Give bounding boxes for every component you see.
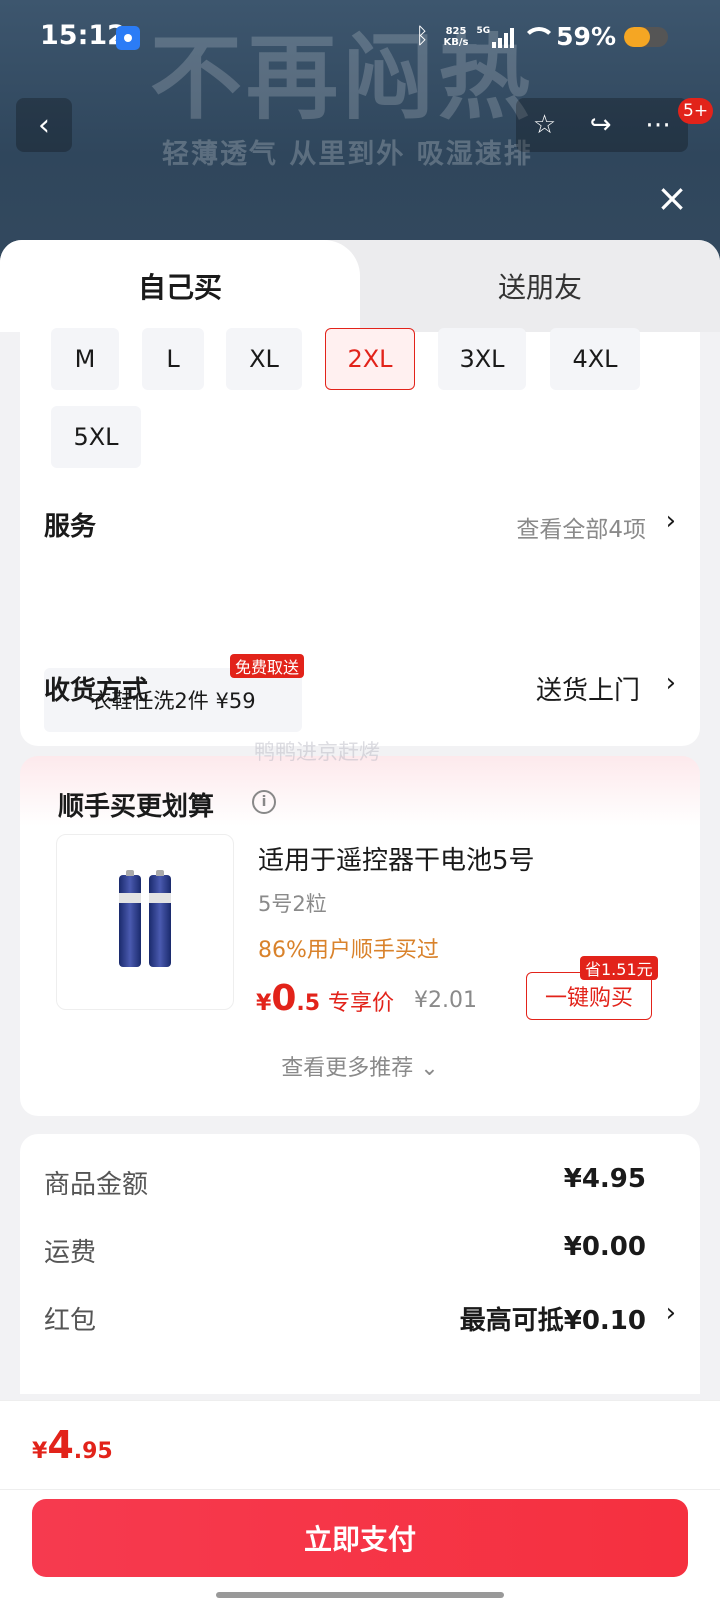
options-card: M L XL 2XL 3XL 4XL 5XL 服务 查看全部4项 › 衣鞋任洗2… bbox=[20, 328, 700, 746]
favorite-star-icon[interactable]: ☆ bbox=[533, 110, 556, 140]
chevron-right-icon[interactable]: › bbox=[666, 668, 676, 698]
fee-value-goods: ¥4.95 bbox=[563, 1164, 646, 1194]
net-speed-unit: KB/s bbox=[443, 36, 469, 48]
total-dec: .95 bbox=[73, 1439, 113, 1464]
chevron-right-icon[interactable]: › bbox=[666, 506, 676, 536]
price-label: 专享价 bbox=[328, 991, 395, 1016]
status-time: 15:12 bbox=[40, 20, 126, 51]
addon-title: 顺手买更划算 bbox=[58, 792, 215, 822]
checkout-bar: ¥4.95 立即支付 bbox=[0, 1400, 720, 1600]
addon-hint: 86%用户顺手买过 bbox=[258, 938, 439, 963]
nfc-icon bbox=[116, 26, 140, 50]
fee-summary-card: 商品金额 ¥4.95 运费 ¥0.00 红包 最高可抵¥0.10 › bbox=[20, 1134, 700, 1394]
fee-value-redpacket[interactable]: 最高可抵¥0.10 bbox=[460, 1300, 646, 1337]
total-symbol: ¥ bbox=[32, 1439, 48, 1464]
more-recommendations-label: 查看更多推荐 bbox=[281, 1056, 414, 1081]
chevron-left-icon: ‹ bbox=[38, 107, 50, 143]
tab-gift-friend[interactable]: 送朋友 bbox=[360, 240, 720, 332]
signal-icon: 5G bbox=[477, 26, 515, 48]
pay-now-button[interactable]: 立即支付 bbox=[32, 1499, 688, 1577]
size-option-xl[interactable]: XL bbox=[226, 328, 302, 390]
delivery-title: 收货方式 bbox=[44, 676, 149, 706]
service-title: 服务 bbox=[44, 512, 97, 542]
total-price: ¥4.95 bbox=[32, 1423, 113, 1467]
network-type: 5G bbox=[476, 25, 491, 36]
price-symbol: ¥ bbox=[256, 991, 272, 1016]
size-option-l[interactable]: L bbox=[142, 328, 204, 390]
close-icon[interactable]: × bbox=[652, 178, 692, 218]
delivery-value[interactable]: 送货上门 bbox=[536, 670, 640, 707]
share-icon[interactable]: ↪ bbox=[590, 110, 612, 140]
message-badge: 5+ bbox=[678, 98, 714, 124]
net-speed-value: 825 bbox=[445, 25, 467, 37]
battery-percent: 59% bbox=[556, 22, 616, 51]
size-option-5xl[interactable]: 5XL bbox=[51, 406, 141, 468]
fee-label-redpacket: 红包 bbox=[44, 1306, 97, 1336]
addon-original-price: ¥2.01 bbox=[414, 988, 477, 1013]
bluetooth-icon: ᛒ bbox=[415, 24, 429, 49]
price-int: 0 bbox=[271, 978, 297, 1019]
addon-spec: 5号2粒 bbox=[258, 892, 327, 916]
size-option-m[interactable]: M bbox=[51, 328, 119, 390]
purchase-tabs: 送朋友 自己买 bbox=[0, 240, 720, 332]
addon-price: ¥0.5 专享价 bbox=[256, 978, 394, 1019]
free-pickup-badge: 免费取送 bbox=[230, 654, 305, 678]
info-icon[interactable]: i bbox=[252, 790, 276, 814]
home-indicator[interactable] bbox=[216, 1592, 504, 1598]
chevron-right-icon[interactable]: › bbox=[666, 1298, 676, 1328]
size-option-2xl[interactable]: 2XL bbox=[325, 328, 415, 390]
size-option-3xl[interactable]: 3XL bbox=[438, 328, 526, 390]
wifi-icon bbox=[522, 26, 557, 47]
fee-label-goods: 商品金额 bbox=[44, 1170, 149, 1200]
size-option-4xl[interactable]: 4XL bbox=[550, 328, 640, 390]
back-button[interactable]: ‹ bbox=[16, 98, 72, 152]
addon-product-name[interactable]: 适用于遥控器干电池5号 bbox=[258, 840, 535, 877]
tab-buy-self[interactable]: 自己买 bbox=[0, 240, 360, 332]
divider bbox=[0, 1489, 720, 1490]
more-recommendations[interactable]: 查看更多推荐 ⌄ bbox=[20, 1050, 700, 1082]
chevron-down-icon: ⌄ bbox=[420, 1056, 439, 1081]
battery-icon bbox=[624, 26, 668, 47]
battery-product-image[interactable] bbox=[56, 834, 234, 1010]
header-actions: ☆ ↪ ⋯ bbox=[516, 98, 688, 152]
watermark-text: 鸭鸭进京赶烤 bbox=[254, 740, 380, 764]
fee-label-shipping: 运费 bbox=[44, 1238, 97, 1268]
total-int: 4 bbox=[47, 1423, 74, 1467]
service-view-all[interactable]: 查看全部4项 bbox=[516, 510, 646, 544]
fee-value-shipping: ¥0.00 bbox=[563, 1232, 646, 1262]
net-speed: 825 KB/s bbox=[444, 26, 469, 48]
price-dec: .5 bbox=[296, 991, 321, 1016]
save-badge: 省1.51元 bbox=[580, 956, 658, 980]
addon-card: 顺手买更划算 i 适用于遥控器干电池5号 5号2粒 86%用户顺手买过 ¥0.5… bbox=[20, 756, 700, 1116]
status-bar: 15:12 ᛒ 825 KB/s 5G 59% bbox=[0, 0, 720, 72]
more-icon[interactable]: ⋯ bbox=[645, 110, 671, 140]
purchase-sheet: 送朋友 自己买 M L XL 2XL 3XL 4XL 5XL 服务 查看全部4项… bbox=[0, 240, 720, 1600]
banner-subline: 轻薄透气 从里到外 吸湿速排 bbox=[162, 139, 533, 170]
